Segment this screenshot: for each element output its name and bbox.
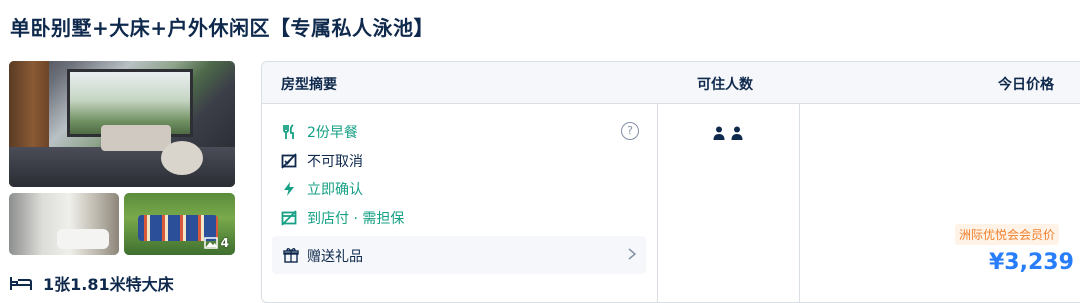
bed-label: 1张1.81米特大床: [43, 275, 174, 294]
utensils-icon: [283, 124, 294, 139]
photo-bathtub: [57, 229, 109, 249]
photo-chair: [161, 141, 203, 175]
room-photo-bathroom[interactable]: [9, 193, 119, 255]
column-divider: [657, 103, 658, 302]
chevron-right-icon: [628, 248, 637, 260]
table-header: 房型摘要 可住人数 今日价格: [262, 62, 1080, 104]
help-icon[interactable]: ?: [621, 122, 639, 140]
person-icon: [713, 126, 725, 140]
gift-row[interactable]: 赠送礼品: [272, 236, 646, 274]
gift-label: 赠送礼品: [307, 249, 363, 265]
bed-icon: [10, 277, 32, 290]
person-icon: [731, 126, 743, 140]
no-cancel-icon: [281, 153, 297, 169]
photo-count-value: 4: [220, 236, 229, 250]
image-icon: [203, 237, 218, 249]
bed-info: 1张1.81米特大床: [9, 271, 174, 295]
room-title: 单卧别墅+大床+户外休闲区【专属私人泳池】: [10, 16, 435, 40]
room-rate-table: 房型摘要 可住人数 今日价格 2份早餐 ? 不可取消 立即确认 到店付 · 需担…: [261, 61, 1080, 303]
feature-label: 不可取消: [307, 154, 363, 170]
occupancy-icons: [713, 126, 743, 140]
room-photo-outdoor[interactable]: 4: [124, 193, 235, 255]
price: ¥3,239: [989, 250, 1074, 275]
member-price-tag: 洲际优悦会会员价: [955, 224, 1060, 245]
feature-instant-confirm: 立即确认: [281, 179, 363, 199]
feature-label: 2份早餐: [307, 125, 358, 141]
feature-cancellation: 不可取消: [281, 151, 363, 171]
photo-count: 4: [203, 236, 229, 250]
feature-breakfast: 2份早餐: [281, 122, 358, 142]
feature-payment: 到店付 · 需担保: [281, 208, 404, 228]
lightning-icon: [284, 182, 294, 196]
feature-label: 到店付 · 需担保: [307, 211, 405, 227]
gift-icon: [283, 248, 299, 263]
pay-at-hotel-icon: [281, 210, 297, 226]
feature-label: 立即确认: [307, 182, 363, 198]
room-photo-main[interactable]: [9, 61, 235, 187]
photo-sofa: [101, 125, 171, 151]
header-price: 今日价格: [998, 77, 1054, 93]
header-summary: 房型摘要: [281, 77, 337, 93]
header-occupancy: 可住人数: [697, 77, 753, 93]
column-divider: [799, 103, 800, 302]
